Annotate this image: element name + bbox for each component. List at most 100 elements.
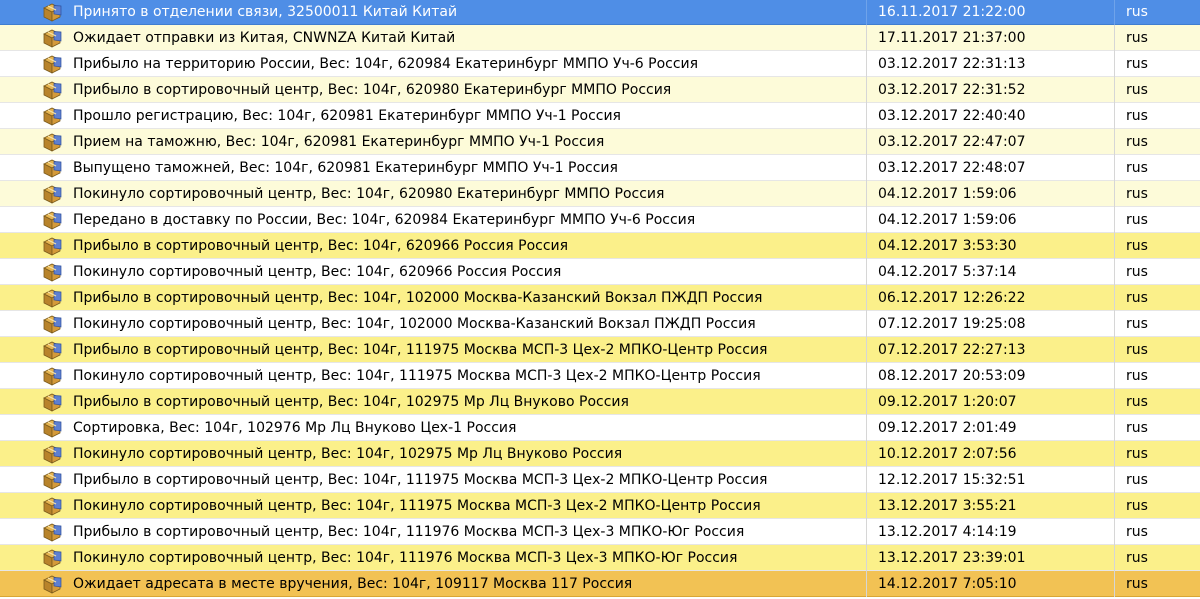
- tracking-language-text: rus: [1126, 108, 1148, 124]
- column-separator: [1114, 493, 1115, 519]
- column-separator: [1114, 571, 1115, 597]
- tracking-language-text: rus: [1126, 186, 1148, 202]
- tracking-row[interactable]: Выпущено таможней, Вес: 104г, 620981 Ека…: [0, 155, 1200, 181]
- tracking-row[interactable]: Покинуло сортировочный центр, Вес: 104г,…: [0, 311, 1200, 337]
- column-separator: [866, 259, 867, 285]
- column-separator: [866, 337, 867, 363]
- tracking-row[interactable]: Ожидает адресата в месте вручения, Вес: …: [0, 571, 1200, 597]
- tracking-language-text: rus: [1126, 498, 1148, 514]
- column-separator: [1114, 129, 1115, 155]
- column-separator: [866, 155, 867, 181]
- column-separator: [1114, 25, 1115, 51]
- tracking-status-text: Прибыло в сортировочный центр, Вес: 104г…: [73, 524, 745, 540]
- package-icon: [42, 314, 62, 334]
- package-icon: [42, 288, 62, 308]
- tracking-row[interactable]: Прибыло в сортировочный центр, Вес: 104г…: [0, 285, 1200, 311]
- tracking-language-text: rus: [1126, 4, 1148, 20]
- tracking-language-text: rus: [1126, 576, 1148, 592]
- column-separator: [866, 51, 867, 77]
- tracking-language-text: rus: [1126, 316, 1148, 332]
- tracking-status-text: Покинуло сортировочный центр, Вес: 104г,…: [73, 368, 761, 384]
- tracking-date-text: 10.12.2017 2:07:56: [878, 446, 1017, 462]
- tracking-date-text: 03.12.2017 22:40:40: [878, 108, 1026, 124]
- tracking-status-text: Ожидает адресата в месте вручения, Вес: …: [73, 576, 633, 592]
- column-separator: [1114, 311, 1115, 337]
- tracking-date-text: 03.12.2017 22:48:07: [878, 160, 1026, 176]
- column-separator: [866, 25, 867, 51]
- tracking-language-text: rus: [1126, 264, 1148, 280]
- column-separator: [1114, 0, 1115, 25]
- tracking-date-text: 03.12.2017 22:47:07: [878, 134, 1026, 150]
- column-separator: [1114, 233, 1115, 259]
- tracking-date-text: 06.12.2017 12:26:22: [878, 290, 1026, 306]
- column-separator: [866, 129, 867, 155]
- tracking-date-text: 08.12.2017 20:53:09: [878, 368, 1026, 384]
- tracking-row[interactable]: Сортировка, Вес: 104г, 102976 Мр Лц Внук…: [0, 415, 1200, 441]
- tracking-row[interactable]: Покинуло сортировочный центр, Вес: 104г,…: [0, 181, 1200, 207]
- tracking-row[interactable]: Прибыло в сортировочный центр, Вес: 104г…: [0, 233, 1200, 259]
- column-separator: [1114, 207, 1115, 233]
- tracking-row[interactable]: Прибыло на территорию России, Вес: 104г,…: [0, 51, 1200, 77]
- tracking-status-text: Прибыло в сортировочный центр, Вес: 104г…: [73, 82, 672, 98]
- package-icon: [42, 340, 62, 360]
- tracking-language-text: rus: [1126, 160, 1148, 176]
- package-icon: [42, 132, 62, 152]
- tracking-status-text: Прибыло в сортировочный центр, Вес: 104г…: [73, 238, 569, 254]
- tracking-date-text: 13.12.2017 4:14:19: [878, 524, 1017, 540]
- column-separator: [866, 493, 867, 519]
- package-icon: [42, 210, 62, 230]
- tracking-date-text: 04.12.2017 5:37:14: [878, 264, 1017, 280]
- tracking-row[interactable]: Покинуло сортировочный центр, Вес: 104г,…: [0, 545, 1200, 571]
- tracking-row[interactable]: Покинуло сортировочный центр, Вес: 104г,…: [0, 493, 1200, 519]
- tracking-status-text: Прибыло на территорию России, Вес: 104г,…: [73, 56, 699, 72]
- column-separator: [1114, 389, 1115, 415]
- tracking-language-text: rus: [1126, 212, 1148, 228]
- tracking-row[interactable]: Прибыло в сортировочный центр, Вес: 104г…: [0, 389, 1200, 415]
- tracking-row[interactable]: Прибыло в сортировочный центр, Вес: 104г…: [0, 467, 1200, 493]
- tracking-language-text: rus: [1126, 472, 1148, 488]
- tracking-status-text: Ожидает отправки из Китая, CNWNZA Китай …: [73, 30, 456, 46]
- tracking-date-text: 04.12.2017 1:59:06: [878, 212, 1017, 228]
- tracking-row[interactable]: Ожидает отправки из Китая, CNWNZA Китай …: [0, 25, 1200, 51]
- column-separator: [1114, 51, 1115, 77]
- tracking-row[interactable]: Принято в отделении связи, 32500011 Кита…: [0, 0, 1200, 25]
- tracking-language-text: rus: [1126, 550, 1148, 566]
- column-separator: [1114, 103, 1115, 129]
- tracking-row[interactable]: Прибыло в сортировочный центр, Вес: 104г…: [0, 337, 1200, 363]
- tracking-status-text: Прием на таможню, Вес: 104г, 620981 Екат…: [73, 134, 605, 150]
- tracking-language-text: rus: [1126, 394, 1148, 410]
- column-separator: [1114, 181, 1115, 207]
- tracking-status-text: Принято в отделении связи, 32500011 Кита…: [73, 4, 458, 20]
- column-separator: [866, 181, 867, 207]
- tracking-row[interactable]: Покинуло сортировочный центр, Вес: 104г,…: [0, 259, 1200, 285]
- package-icon: [42, 106, 62, 126]
- column-separator: [866, 103, 867, 129]
- column-separator: [866, 233, 867, 259]
- tracking-row[interactable]: Передано в доставку по России, Вес: 104г…: [0, 207, 1200, 233]
- package-icon: [42, 548, 62, 568]
- tracking-status-text: Покинуло сортировочный центр, Вес: 104г,…: [73, 498, 761, 514]
- tracking-status-text: Покинуло сортировочный центр, Вес: 104г,…: [73, 550, 738, 566]
- tracking-row[interactable]: Прибыло в сортировочный центр, Вес: 104г…: [0, 77, 1200, 103]
- tracking-language-text: rus: [1126, 134, 1148, 150]
- tracking-date-text: 12.12.2017 15:32:51: [878, 472, 1026, 488]
- tracking-date-text: 07.12.2017 22:27:13: [878, 342, 1026, 358]
- tracking-language-text: rus: [1126, 290, 1148, 306]
- tracking-date-text: 04.12.2017 1:59:06: [878, 186, 1017, 202]
- tracking-language-text: rus: [1126, 446, 1148, 462]
- package-icon: [42, 496, 62, 516]
- tracking-date-text: 16.11.2017 21:22:00: [878, 4, 1026, 20]
- package-icon: [42, 574, 62, 594]
- tracking-row[interactable]: Прошло регистрацию, Вес: 104г, 620981 Ек…: [0, 103, 1200, 129]
- tracking-row[interactable]: Прибыло в сортировочный центр, Вес: 104г…: [0, 519, 1200, 545]
- package-icon: [42, 54, 62, 74]
- tracking-date-text: 03.12.2017 22:31:13: [878, 56, 1026, 72]
- column-separator: [866, 207, 867, 233]
- column-separator: [866, 571, 867, 597]
- tracking-row[interactable]: Покинуло сортировочный центр, Вес: 104г,…: [0, 363, 1200, 389]
- column-separator: [1114, 441, 1115, 467]
- tracking-status-text: Передано в доставку по России, Вес: 104г…: [73, 212, 696, 228]
- tracking-date-text: 09.12.2017 1:20:07: [878, 394, 1017, 410]
- tracking-row[interactable]: Покинуло сортировочный центр, Вес: 104г,…: [0, 441, 1200, 467]
- tracking-row[interactable]: Прием на таможню, Вес: 104г, 620981 Екат…: [0, 129, 1200, 155]
